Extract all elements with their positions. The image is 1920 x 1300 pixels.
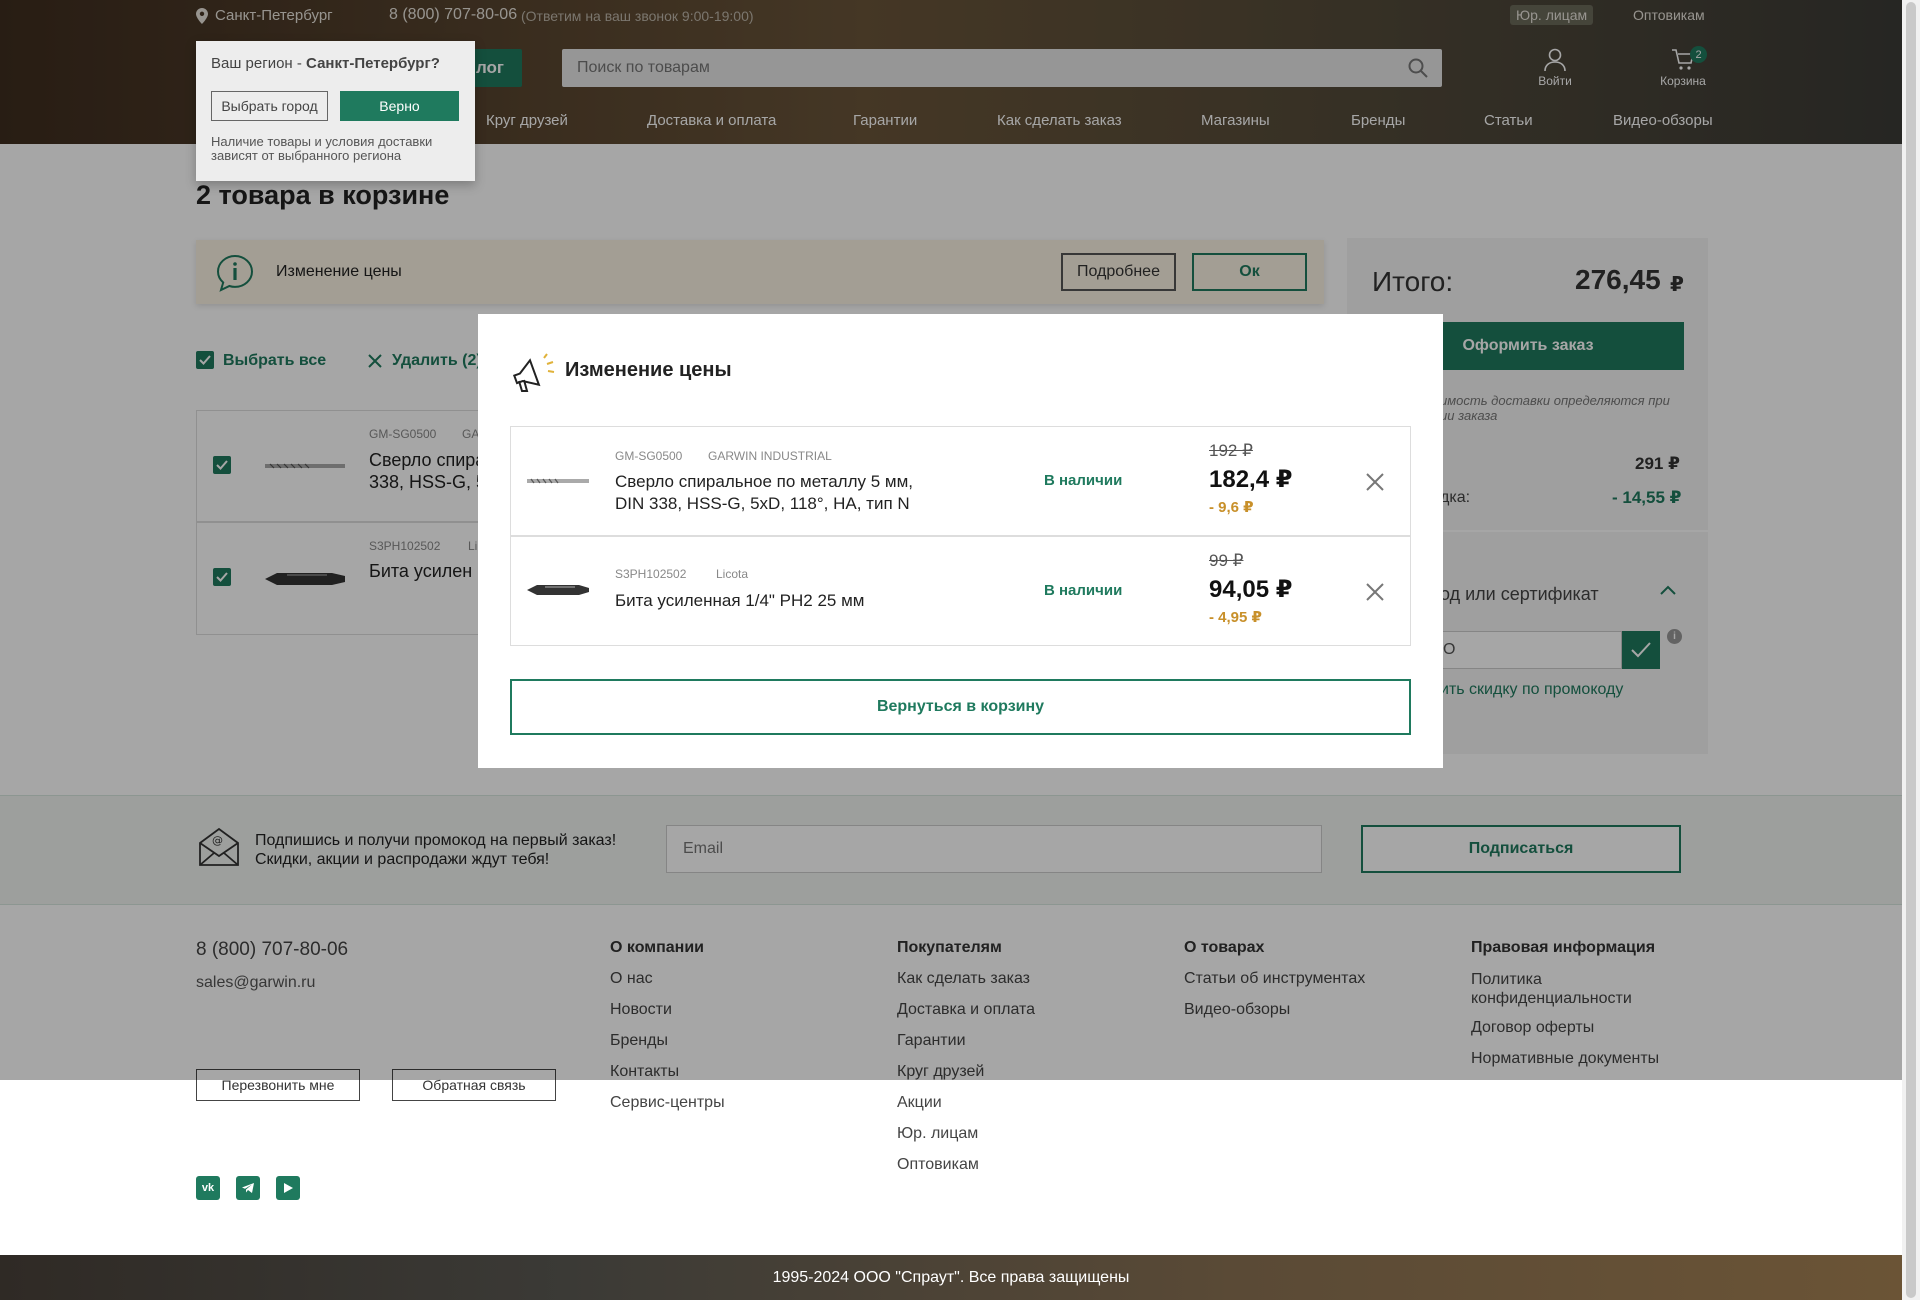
telegram-icon[interactable] — [236, 1176, 260, 1200]
footer-link-legal[interactable]: Юр. лицам — [897, 1125, 978, 1143]
old-price: 192 ₽ — [1209, 441, 1253, 460]
scrollbar[interactable] — [1902, 0, 1920, 1300]
new-price: 182,4 ₽ — [1209, 466, 1293, 493]
scrollbar-thumb[interactable] — [1906, 2, 1916, 1298]
modal-item-name-line2: DIN 338, HSS-G, 5xD, 118°, HA, тип N — [615, 494, 910, 513]
price-difference: - 4,95 ₽ — [1209, 609, 1262, 626]
modal-item-name[interactable]: Сверло спиральное по металлу 5 мм, DIN 3… — [615, 471, 913, 515]
region-question-prefix: Ваш регион - — [211, 55, 307, 72]
price-difference: - 9,6 ₽ — [1209, 499, 1254, 516]
drill-bit-image — [527, 477, 589, 485]
stock-status: В наличии — [1044, 472, 1123, 489]
region-question: Ваш регион - Санкт-Петербург? — [211, 55, 440, 72]
close-icon[interactable] — [1366, 583, 1384, 601]
footer-link-service[interactable]: Сервис-центры — [610, 1094, 725, 1112]
vk-icon[interactable]: vk — [196, 1176, 220, 1200]
confirm-region-button[interactable]: Верно — [340, 91, 459, 121]
footer-link-promotions[interactable]: Акции — [897, 1094, 942, 1112]
modal-item-brand: GARWIN INDUSTRIAL — [708, 449, 832, 463]
choose-city-button[interactable]: Выбрать город — [211, 91, 328, 121]
modal-item-name[interactable]: Бита усиленная 1/4" PH2 25 мм — [615, 591, 864, 611]
megaphone-icon — [510, 352, 556, 394]
new-price: 94,05 ₽ — [1209, 576, 1293, 603]
modal-item-sku: GM-SG0500 — [615, 449, 683, 463]
screwdriver-bit-image — [527, 582, 589, 598]
back-to-cart-button[interactable]: Вернуться в корзину — [510, 679, 1411, 735]
region-note: Наличие товары и условия доставки завися… — [211, 134, 433, 163]
modal-item-brand: Licota — [716, 567, 749, 581]
price-change-modal: Изменение цены GM-SG0500 GARWIN INDUSTRI… — [478, 314, 1443, 768]
modal-item-name-line1: Сверло спиральное по металлу 5 мм, — [615, 472, 913, 491]
old-price: 99 ₽ — [1209, 551, 1244, 570]
region-popup: Ваш регион - Санкт-Петербург? Выбрать го… — [196, 41, 475, 181]
footer-link-wholesale[interactable]: Оптовикам — [897, 1156, 979, 1174]
copyright-bar: 1995-2024 ООО "Спраут". Все права защище… — [0, 1255, 1902, 1300]
modal-item: S3PH102502 Licota Бита усиленная 1/4" PH… — [510, 536, 1411, 646]
modal-item: GM-SG0500 GARWIN INDUSTRIAL Сверло спира… — [510, 426, 1411, 536]
youtube-icon[interactable] — [276, 1176, 300, 1200]
modal-title: Изменение цены — [565, 359, 732, 381]
close-icon[interactable] — [1366, 473, 1384, 491]
region-question-city: Санкт-Петербург? — [306, 55, 440, 72]
stock-status: В наличии — [1044, 582, 1123, 599]
modal-item-sku: S3PH102502 — [615, 567, 687, 581]
